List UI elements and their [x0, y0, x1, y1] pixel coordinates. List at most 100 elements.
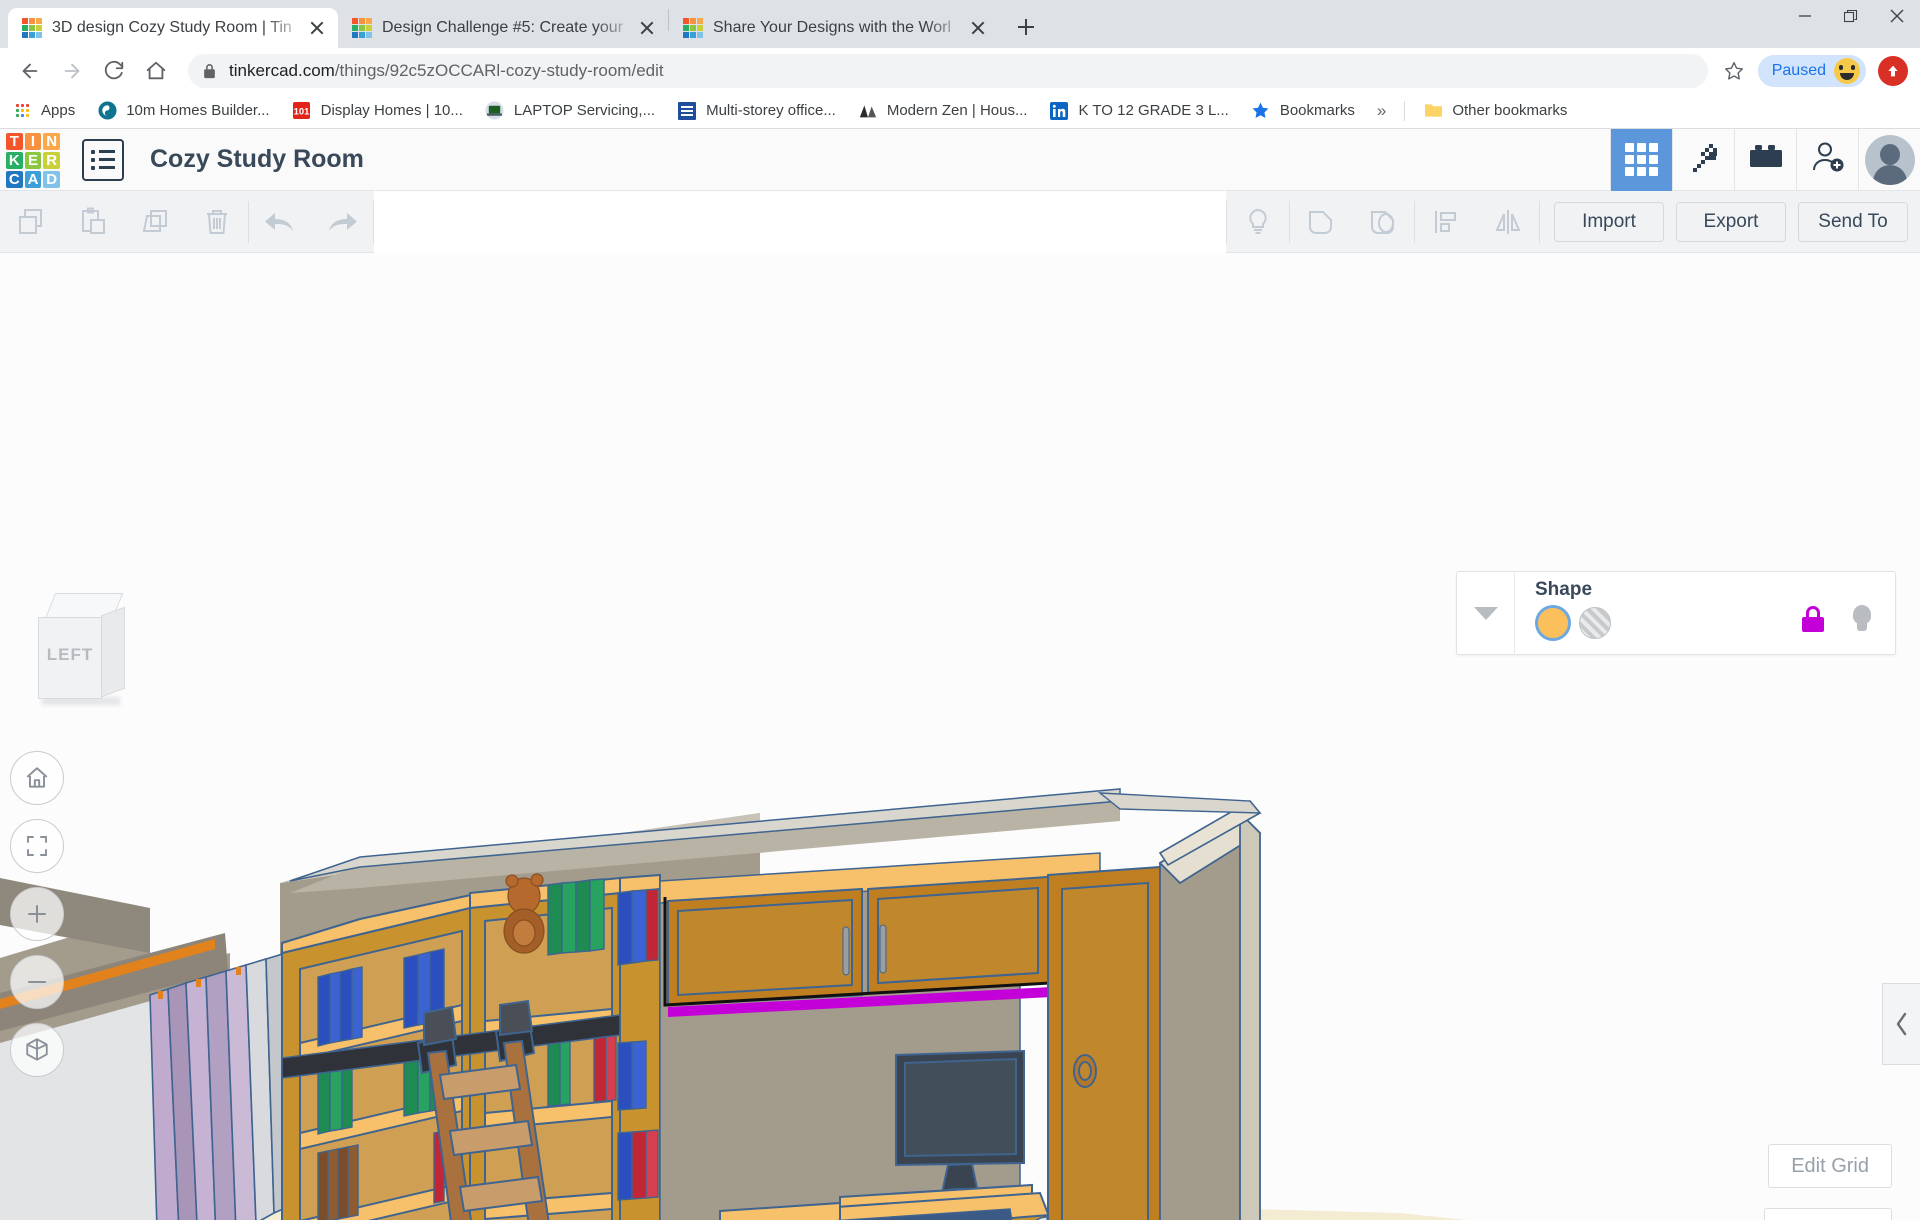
- ortho-perspective-button[interactable]: [10, 1023, 64, 1077]
- pickaxe-icon: [1687, 140, 1721, 179]
- bookmarks-overflow-button[interactable]: »: [1377, 101, 1386, 121]
- shape-panel-actions: [1801, 605, 1873, 633]
- caret-down-icon: [1474, 607, 1498, 620]
- delete-button[interactable]: [186, 191, 248, 253]
- bookmark-label: K TO 12 GRADE 3 L...: [1078, 102, 1228, 119]
- bookmark-laptop-servicing[interactable]: LAPTOP Servicing,...: [485, 101, 655, 121]
- blocks-grid-button[interactable]: [1610, 129, 1672, 191]
- browser-tab-3[interactable]: Share Your Designs with the Worl: [669, 8, 999, 48]
- url-path: /things/92c5zOCCARl-cozy-study-room/edit: [335, 61, 664, 81]
- bookmark-label: Apps: [41, 102, 75, 119]
- align-button[interactable]: [1415, 191, 1477, 253]
- bookmark-other-bookmarks[interactable]: Other bookmarks: [1423, 101, 1567, 121]
- logo-letter: A: [25, 171, 42, 188]
- tab-close-icon[interactable]: [967, 17, 989, 39]
- edit-grid-button[interactable]: Edit Grid: [1768, 1144, 1892, 1188]
- bookmarks-bar: Apps 10m Homes Builder... 101 Display Ho…: [0, 93, 1920, 129]
- zoom-out-button[interactable]: [10, 955, 64, 1009]
- paste-button[interactable]: [62, 191, 124, 253]
- bookmark-10m-homes-builder[interactable]: 10m Homes Builder...: [97, 101, 269, 121]
- browser-toolbar: tinkercad.com/things/92c5zOCCARl-cozy-st…: [0, 48, 1920, 93]
- bookmark-modern-zen[interactable]: Modern Zen | Hous...: [858, 101, 1028, 121]
- new-tab-button[interactable]: [1009, 10, 1043, 44]
- home-button[interactable]: [138, 53, 174, 89]
- export-button[interactable]: Export: [1676, 202, 1786, 242]
- minimize-button[interactable]: [1782, 0, 1828, 32]
- tab-close-icon[interactable]: [306, 17, 328, 39]
- codeblocks-button[interactable]: [1672, 129, 1734, 191]
- ungroup-button[interactable]: [1352, 191, 1414, 253]
- tab-title: Share Your Designs with the Worl: [713, 19, 967, 37]
- grid-controls: Edit Grid Snap Grid 1.0 mm: [1656, 1144, 1892, 1220]
- duplicate-button[interactable]: [124, 191, 186, 253]
- maximize-restore-button[interactable]: [1828, 0, 1874, 32]
- logo-letter: N: [43, 133, 60, 150]
- copy-button[interactable]: [0, 191, 62, 253]
- hide-button[interactable]: [1227, 191, 1289, 253]
- zoom-in-button[interactable]: [10, 887, 64, 941]
- window-controls: [1782, 0, 1920, 48]
- bookmark-apps[interactable]: Apps: [12, 101, 75, 121]
- invite-people-button[interactable]: [1796, 129, 1858, 191]
- lego-brick-icon: [1749, 144, 1783, 175]
- bookmark-label: 10m Homes Builder...: [126, 102, 269, 119]
- person-add-icon: [1811, 141, 1845, 178]
- import-button[interactable]: Import: [1554, 202, 1664, 242]
- fit-all-button[interactable]: [10, 819, 64, 873]
- logo-letter: K: [6, 152, 23, 169]
- home-view-button[interactable]: [10, 751, 64, 805]
- bookmark-star-icon[interactable]: [1716, 53, 1752, 89]
- toolbar-divider: [1539, 201, 1540, 243]
- bookmark-bookmarks-folder[interactable]: Bookmarks: [1251, 101, 1355, 121]
- bricks-button[interactable]: [1734, 129, 1796, 191]
- profile-paused-pill[interactable]: Paused: [1758, 55, 1866, 87]
- chrome-update-button[interactable]: [1878, 56, 1908, 86]
- lightbulb-icon[interactable]: [1851, 605, 1873, 633]
- address-bar[interactable]: tinkercad.com/things/92c5zOCCARl-cozy-st…: [188, 54, 1708, 88]
- viewport-controls: [10, 751, 64, 1077]
- avatar: [1865, 135, 1915, 185]
- tinkercad-logo[interactable]: T I N K E R C A D: [6, 133, 60, 187]
- group-button[interactable]: [1290, 191, 1352, 253]
- close-button[interactable]: [1874, 0, 1920, 32]
- browser-tab-2[interactable]: Design Challenge #5: Create your: [338, 8, 668, 48]
- logo-letter: R: [43, 152, 60, 169]
- shape-panel-collapse-button[interactable]: [1457, 571, 1515, 655]
- redo-button[interactable]: [311, 191, 373, 253]
- star-icon: [1251, 101, 1271, 121]
- bookmark-k-to-12-grade-3[interactable]: K TO 12 GRADE 3 L...: [1049, 101, 1228, 121]
- forward-button[interactable]: [54, 53, 90, 89]
- shape-panel-title: Shape: [1535, 579, 1877, 601]
- snap-grid-select[interactable]: 1.0 mm: [1764, 1208, 1892, 1220]
- view-cube-side-face[interactable]: [101, 607, 125, 698]
- tabstrip: 3D design Cozy Study Room | Tin Design C…: [0, 0, 1782, 48]
- solid-swatch[interactable]: [1535, 605, 1571, 641]
- logo-letter: E: [25, 152, 42, 169]
- url-domain: tinkercad.com: [229, 61, 335, 81]
- linkedin-icon: [1049, 101, 1069, 121]
- lock-icon[interactable]: [1801, 606, 1825, 632]
- mirror-button[interactable]: [1477, 191, 1539, 253]
- builder-icon: [97, 101, 117, 121]
- tab-close-icon[interactable]: [636, 17, 658, 39]
- workplane-viewport[interactable]: LEFT: [0, 253, 1920, 1220]
- zen-icon: [858, 101, 878, 121]
- browser-tab-1[interactable]: 3D design Cozy Study Room | Tin: [8, 8, 338, 48]
- send-to-button[interactable]: Send To: [1798, 202, 1908, 242]
- reload-button[interactable]: [96, 53, 132, 89]
- cozy-study-room-3d-model[interactable]: [0, 253, 1920, 1220]
- bookmark-label: Other bookmarks: [1452, 102, 1567, 119]
- user-avatar-button[interactable]: [1858, 129, 1920, 191]
- bookmark-multi-storey-office[interactable]: Multi-storey office...: [677, 101, 836, 121]
- grid-3x3-icon: [1625, 143, 1658, 176]
- hole-swatch[interactable]: [1579, 607, 1611, 639]
- view-cube[interactable]: LEFT: [34, 593, 134, 703]
- right-panel-collapse-button[interactable]: [1882, 983, 1920, 1065]
- bookmark-display-homes[interactable]: 101 Display Homes | 10...: [292, 101, 463, 121]
- undo-button[interactable]: [249, 191, 311, 253]
- svg-text:101: 101: [294, 106, 310, 117]
- bookmark-label: Display Homes | 10...: [321, 102, 463, 119]
- back-button[interactable]: [12, 53, 48, 89]
- design-list-icon[interactable]: [82, 139, 124, 181]
- shape-inspector-panel[interactable]: Shape: [1456, 571, 1896, 655]
